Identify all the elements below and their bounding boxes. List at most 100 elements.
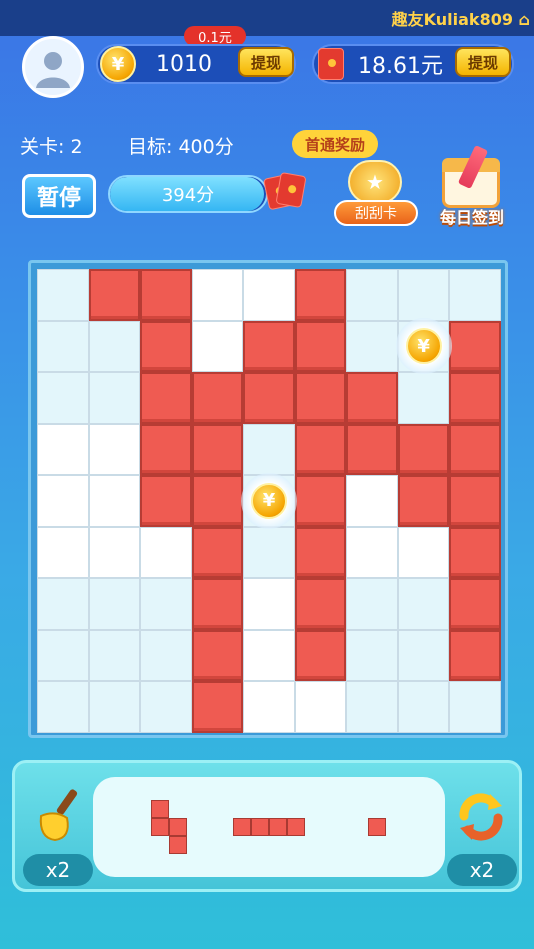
filled-cell[interactable] [449,578,501,630]
filled-cell[interactable] [449,372,501,424]
tray-piece[interactable] [151,800,187,854]
empty-cell[interactable] [37,475,89,527]
filled-cell[interactable] [191,475,244,527]
filled-cell[interactable] [449,423,501,476]
empty-cell[interactable] [449,269,501,321]
empty-cell[interactable] [449,681,501,733]
filled-cell[interactable] [191,681,244,733]
filled-cell[interactable] [294,423,347,476]
empty-cell[interactable] [243,423,295,476]
filled-cell[interactable] [294,526,347,579]
filled-cell[interactable] [140,269,192,321]
piece-tray: x2 x2 [12,760,522,892]
filled-cell[interactable] [294,269,347,321]
empty-cell[interactable] [243,269,295,321]
filled-cell[interactable] [449,629,501,682]
filled-cell[interactable] [140,423,192,476]
empty-cell[interactable] [191,269,244,321]
empty-cell[interactable] [397,681,450,733]
filled-cell[interactable] [397,423,450,476]
empty-cell[interactable] [88,681,141,733]
bonus-coin[interactable]: ¥ [395,318,452,375]
filled-cell[interactable] [140,475,192,527]
scratch-card-label: 刮刮卡 [334,200,418,226]
empty-cell[interactable] [397,629,450,682]
empty-cell[interactable] [88,526,141,579]
empty-cell[interactable] [243,526,295,579]
filled-cell[interactable] [191,629,244,682]
filled-cell[interactable] [449,320,501,373]
filled-cell[interactable] [140,320,192,373]
daily-checkin-button[interactable]: 每日签到 [432,145,512,228]
empty-cell[interactable] [346,578,398,630]
empty-cell[interactable] [88,320,141,373]
empty-cell[interactable] [294,681,347,733]
empty-cell[interactable] [37,629,89,682]
empty-cell[interactable] [243,629,295,682]
withdraw-cash-button[interactable]: 提现 [455,47,511,77]
empty-cell[interactable] [140,629,192,682]
empty-cell[interactable] [346,629,398,682]
empty-cell[interactable] [37,423,89,476]
yuan-coin-icon: ¥ [405,328,442,365]
tray-piece[interactable] [233,818,305,836]
filled-cell[interactable] [88,269,141,321]
empty-cell[interactable] [88,423,141,476]
scratch-card-button[interactable]: 刮刮卡 [334,160,418,226]
board-grid[interactable]: ¥ ¥ [37,269,501,733]
filled-cell[interactable] [243,320,295,373]
empty-cell[interactable] [346,320,398,373]
filled-cell[interactable] [449,475,501,527]
empty-cell[interactable] [140,578,192,630]
filled-cell[interactable] [191,372,244,424]
filled-cell[interactable] [449,526,501,579]
filled-cell[interactable] [294,475,347,527]
shovel-tool-button[interactable] [29,785,89,845]
empty-cell[interactable] [37,372,89,424]
empty-cell[interactable] [88,629,141,682]
filled-cell[interactable] [191,423,244,476]
empty-cell[interactable] [397,269,450,321]
refresh-tool-button[interactable] [451,787,511,847]
piece-slots[interactable] [93,777,445,877]
empty-cell[interactable] [37,681,89,733]
empty-cell[interactable] [88,475,141,527]
empty-cell[interactable] [140,681,192,733]
withdraw-coins-button[interactable]: 提现 [238,47,294,77]
filled-cell[interactable] [191,578,244,630]
empty-cell[interactable] [397,372,450,424]
empty-cell[interactable] [243,681,295,733]
empty-cell[interactable] [88,372,141,424]
empty-cell[interactable] [346,475,398,527]
empty-cell[interactable] [397,578,450,630]
empty-cell[interactable] [397,526,450,579]
scratch-card-icon [348,160,402,204]
bonus-coin[interactable]: ¥ [240,472,297,529]
tray-piece[interactable] [368,818,386,836]
empty-cell[interactable] [191,320,244,373]
filled-cell[interactable] [397,475,450,527]
empty-cell[interactable] [140,526,192,579]
filled-cell[interactable] [294,320,347,373]
empty-cell[interactable] [37,269,89,321]
filled-cell[interactable] [294,629,347,682]
filled-cell[interactable] [243,372,295,424]
filled-cell[interactable] [346,423,398,476]
filled-cell[interactable] [294,578,347,630]
empty-cell[interactable] [346,526,398,579]
empty-cell[interactable] [346,269,398,321]
empty-cell[interactable] [88,578,141,630]
empty-cell[interactable] [346,681,398,733]
filled-cell[interactable] [140,372,192,424]
empty-cell[interactable] [37,578,89,630]
red-envelope-stack-icon[interactable] [262,170,308,214]
empty-cell[interactable] [37,526,89,579]
bonus-bubble: 0.1元 [184,26,246,46]
filled-cell[interactable] [346,372,398,424]
filled-cell[interactable] [191,526,244,579]
pause-button[interactable]: 暂停 [22,174,96,218]
avatar[interactable] [22,36,84,98]
empty-cell[interactable] [243,578,295,630]
filled-cell[interactable] [294,372,347,424]
empty-cell[interactable] [37,320,89,373]
